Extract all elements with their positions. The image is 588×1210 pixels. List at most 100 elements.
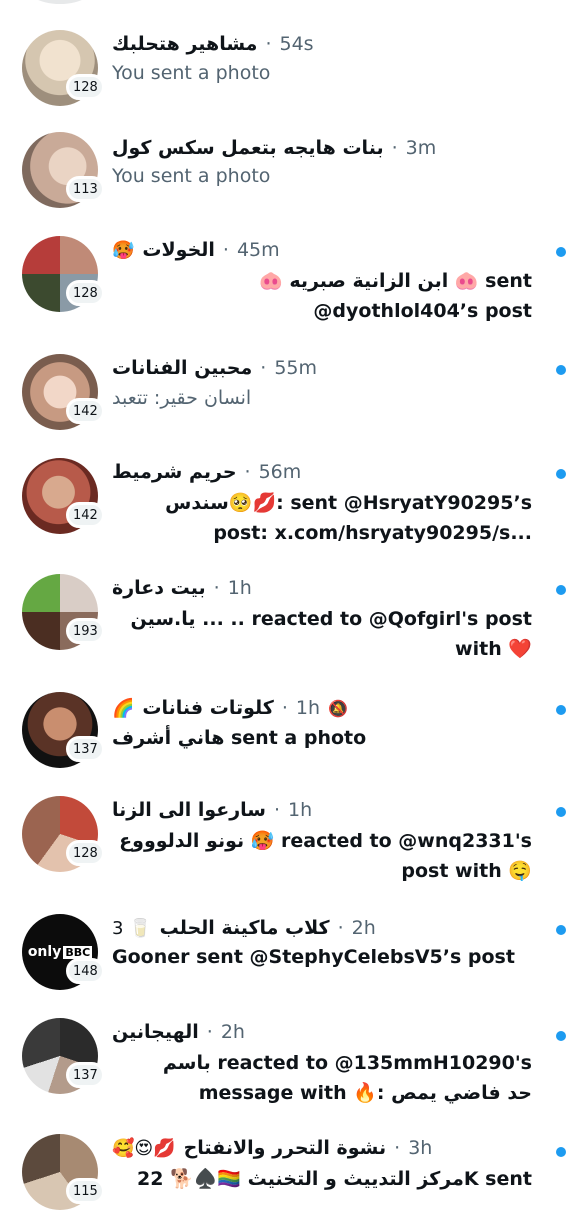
conversation-row[interactable]: 142 محبين الفنانات · 55m انسان حقير: تتع…: [0, 334, 588, 438]
message-preview: باسم reacted to @135mmH10290's message w…: [162, 1052, 532, 1104]
separator-dot: ·: [206, 1021, 213, 1043]
conversation-row[interactable]: 128 مشاهير هتحلبك · 54s You sent a photo: [0, 0, 588, 112]
conversation-name: بنات هايجه بتعمل سكس كول: [112, 137, 384, 159]
conversation-name: كلوتات فنانات: [142, 697, 274, 719]
conversation-row[interactable]: only BBC 148 3 🥛 كلاب ماكينة الحلب · 2h G…: [0, 910, 588, 1012]
message-preview: Gooner sent @StephyCelebsV5’s post: [112, 946, 515, 968]
member-count-badge: 193: [66, 618, 105, 644]
conversation-row[interactable]: 137 🌈 كلوتات فنانات · 1h 🔕 هاني أشرف sen…: [0, 688, 588, 792]
conversation-name: مشاهير هتحلبك: [112, 33, 258, 55]
separator-dot: ·: [265, 33, 272, 55]
member-count-badge: 113: [66, 176, 105, 202]
member-count-badge: 128: [66, 74, 105, 100]
timestamp: 1h: [227, 577, 252, 599]
conversation-row[interactable]: 128 🥵 الخولات · 45m 🐽 ابن الزانية صبريه …: [0, 216, 588, 334]
message-preview: يا.سين ... .. reacted to @Qofgirl's post…: [130, 608, 533, 660]
unread-indicator: [556, 705, 566, 715]
timestamp: 3m: [405, 137, 437, 159]
conversation-header: مشاهير هتحلبك · 54s: [112, 30, 532, 58]
member-count-badge: 128: [66, 840, 105, 866]
member-count-badge: 142: [66, 398, 105, 424]
avatar[interactable]: 128: [22, 236, 105, 312]
avatar[interactable]: only BBC 148: [22, 914, 105, 990]
message-preview: انسان حقير: تتعبد: [112, 387, 252, 409]
unread-indicator: [556, 807, 566, 817]
message-preview: سندس🥺💋: sent @HsryatY90295’s post: x.com…: [165, 492, 532, 544]
milk-glass-icon: 3 🥛: [112, 917, 152, 939]
muted-bell-icon: 🔕: [328, 698, 348, 718]
unread-indicator: [556, 1147, 566, 1157]
separator-dot: ·: [281, 697, 288, 719]
member-count-badge: 148: [66, 958, 105, 984]
timestamp: 56m: [258, 461, 302, 483]
conversation-name: الخولات: [142, 239, 215, 261]
avatar[interactable]: 137: [22, 1018, 105, 1094]
conversation-list: 128 مشاهير هتحلبك · 54s You sent a photo…: [0, 0, 588, 1210]
separator-dot: ·: [244, 461, 251, 483]
timestamp: 1h: [295, 697, 320, 719]
separator-dot: ·: [337, 917, 344, 939]
member-count-badge: 115: [66, 1178, 105, 1204]
conversation-header: 🌈 كلوتات فنانات · 1h 🔕: [112, 694, 532, 722]
avatar[interactable]: 142: [22, 354, 105, 430]
message-preview: You sent a photo: [112, 165, 271, 187]
member-count-badge: 142: [66, 502, 105, 528]
avatar[interactable]: 193: [22, 574, 105, 650]
message-preview: هاني أشرف sent a photo: [112, 727, 367, 749]
conversation-name: محبين الفنانات: [112, 357, 253, 379]
conversation-name: نشوة التحرر والانفتاح: [183, 1137, 387, 1159]
message-preview: مركز التدييث و التخنيث 🏳️‍🌈♠️🐕 22K sent: [136, 1168, 532, 1190]
message-preview: 🐽 ابن الزانية صبريه 🐽 sent @dyothlol404’…: [259, 270, 532, 322]
separator-dot: ·: [260, 357, 267, 379]
conversation-header: محبين الفنانات · 55m: [112, 354, 532, 382]
separator-dot: ·: [394, 1137, 401, 1159]
conversation-row[interactable]: 137 الهيجانين · 2h باسم reacted to @135m…: [0, 1012, 588, 1128]
conversation-name: بيت دعارة: [112, 577, 206, 599]
timestamp: 1h: [288, 799, 313, 821]
conversation-header: الهيجانين · 2h: [112, 1018, 532, 1046]
conversation-header: 🥵 الخولات · 45m: [112, 236, 532, 264]
unread-indicator: [556, 247, 566, 257]
conversation-header: 3 🥛 كلاب ماكينة الحلب · 2h: [112, 914, 532, 942]
member-count-badge: 137: [66, 736, 105, 762]
separator-dot: ·: [213, 577, 220, 599]
message-preview: You sent a photo: [112, 62, 271, 84]
timestamp: 45m: [236, 239, 280, 261]
conversation-header: سارعوا الى الزنا · 1h: [112, 796, 532, 824]
conversation-name: كلاب ماكينة الحلب: [159, 917, 330, 939]
avatar[interactable]: 115: [22, 1134, 105, 1210]
unread-indicator: [556, 585, 566, 595]
conversation-header: بنات هايجه بتعمل سكس كول · 3m: [112, 134, 532, 162]
separator-dot: ·: [274, 799, 281, 821]
conversation-row[interactable]: 128 سارعوا الى الزنا · 1h نونو الدلوووع …: [0, 792, 588, 910]
conversation-row[interactable]: 193 بيت دعارة · 1h يا.سين ... .. reacted…: [0, 568, 588, 688]
timestamp: 55m: [274, 357, 317, 379]
unread-indicator: [556, 925, 566, 935]
conversation-name: حريم شرميط: [112, 461, 237, 483]
conversation-header: 🥰😍💋 نشوة التحرر والانفتاح · 3h: [112, 1134, 532, 1162]
avatar[interactable]: 128: [22, 30, 105, 106]
member-count-badge: 137: [66, 1062, 105, 1088]
member-count-badge: 128: [66, 280, 105, 306]
unread-indicator: [556, 469, 566, 479]
rainbow-icon: 🌈: [112, 697, 135, 719]
timestamp: 2h: [220, 1021, 245, 1043]
conversation-name: سارعوا الى الزنا: [112, 799, 266, 821]
separator-dot: ·: [222, 239, 229, 261]
timestamp: 3h: [408, 1137, 433, 1159]
conversation-row[interactable]: 115 🥰😍💋 نشوة التحرر والانفتاح · 3h مركز …: [0, 1128, 588, 1210]
avatar[interactable]: 142: [22, 458, 105, 534]
conversation-header: بيت دعارة · 1h: [112, 574, 532, 602]
timestamp: 54s: [279, 33, 314, 55]
avatar[interactable]: 128: [22, 796, 105, 872]
unread-indicator: [556, 365, 566, 375]
separator-dot: ·: [391, 137, 398, 159]
heart-faces-icon: 🥰😍💋: [112, 1137, 176, 1159]
conversation-row[interactable]: 142 حريم شرميط · 56m سندس🥺💋: sent @Hsrya…: [0, 438, 588, 568]
conversation-row[interactable]: 113 بنات هايجه بتعمل سكس كول · 3m You se…: [0, 112, 588, 216]
unread-indicator: [556, 1031, 566, 1041]
avatar[interactable]: 113: [22, 132, 105, 208]
avatar[interactable]: 137: [22, 692, 105, 768]
conversation-name: الهيجانين: [112, 1021, 199, 1043]
message-preview: نونو الدلوووع 🥵 reacted to @wnq2331's po…: [119, 830, 532, 882]
